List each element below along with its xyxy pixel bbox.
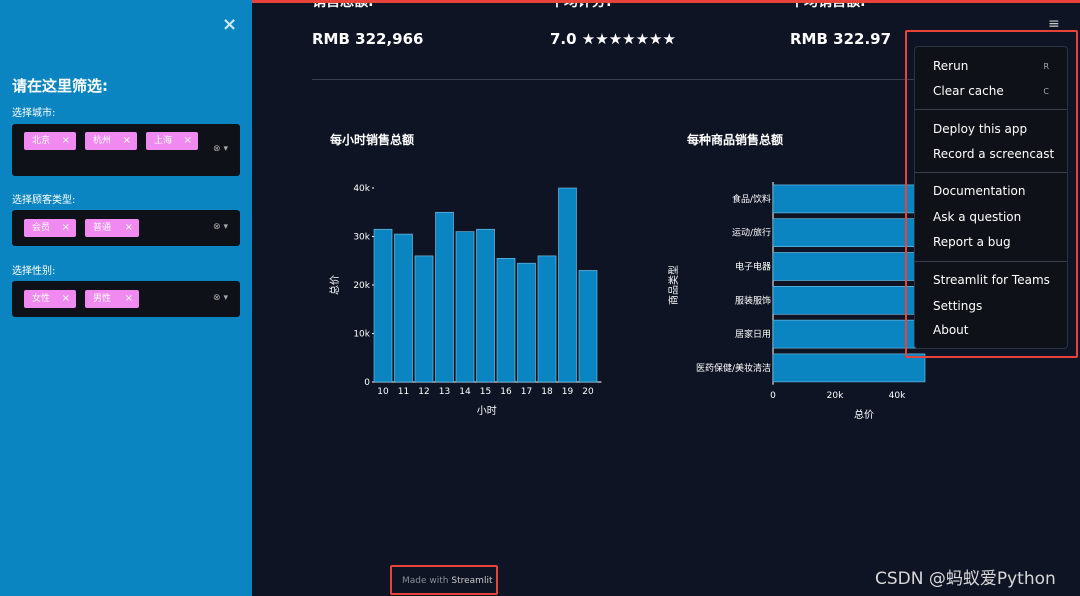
tag-shanghai[interactable]: 上海 × [146,132,198,150]
menu-highlight-box [905,30,1078,358]
city-filter-label: 选择城市: [12,108,56,119]
y-tick-label: 运动/旅行 [732,227,771,239]
x-tick-label: 18 [541,387,553,397]
tag-remove-icon[interactable]: × [125,290,133,308]
sidebar-title: 请在这里筛选: [12,77,108,95]
bar [394,233,413,383]
bar [772,286,926,315]
csdn-watermark: CSDN @蚂蚁爱Python [875,569,1056,589]
y-tick-label: 0 [364,378,370,388]
tag-remove-icon[interactable]: × [62,132,70,150]
x-tick-label: 15 [480,387,491,397]
tag-label: 杭州 [93,136,112,146]
app-root: × 请在这里筛选: 选择城市: 北京 × 杭州 × 上海 × ⊗ ▾ 选择顾客类型: … [0,0,1080,596]
bar [414,255,434,383]
metric-value: 7.0 ★★★★★★★ [550,30,676,48]
hourly-chart-title: 每小时销售总额 [330,133,415,147]
bar [558,187,577,383]
y-tick-label: 20k [353,281,370,291]
x-axis-label: 小时 [477,405,497,417]
y-axis-label: 商品类型 [667,265,680,305]
y-tick-label: 30k [353,233,370,243]
y-tick-label: 40k [353,184,370,194]
bar [517,262,536,383]
x-tick-label: 12 [418,387,429,397]
clear-icon[interactable]: ⊗ [213,293,221,303]
tag-label: 女性 [32,294,51,304]
tag-label: 上海 [154,136,173,146]
clear-icon[interactable]: ⊗ [213,144,221,154]
tag-label: 男性 [93,294,112,304]
bar [373,228,393,383]
tag-remove-icon[interactable]: × [62,219,70,237]
tag-label: 会员 [32,223,51,233]
footer-highlight-box [390,565,498,595]
x-tick-label: 20k [827,391,844,401]
y-tick-label: 医药保健/美妆清洁 [696,362,771,374]
tag-remove-icon[interactable]: × [123,132,131,150]
y-tick-label: 居家日用 [735,328,771,340]
multiselect-controls[interactable]: ⊗ ▾ [213,144,228,154]
sidebar-close-icon[interactable]: × [222,14,237,35]
product-chart-title: 每种商品销售总额 [687,133,784,147]
gender-filter-label: 选择性别: [12,266,56,277]
city-multiselect[interactable]: 北京 × 杭州 × 上海 × ⊗ ▾ [12,124,240,176]
y-tick-label: 食品/饮料 [732,193,771,205]
bar [772,353,926,383]
customer-type-filter-label: 选择顾客类型: [12,195,76,206]
tag-female[interactable]: 女性 × [24,290,76,308]
bar [772,252,926,281]
y-tick-label: 服装服饰 [735,294,771,306]
bar [772,218,926,248]
multiselect-controls[interactable]: ⊗ ▾ [213,222,228,232]
x-tick-label: 11 [398,387,409,397]
tag-hangzhou[interactable]: 杭州 × [85,132,137,150]
multiselect-controls[interactable]: ⊗ ▾ [213,293,228,303]
tag-member[interactable]: 会员 × [24,219,76,237]
metric-avg-sales: RMB 322.97 [790,30,892,48]
x-tick-label: 17 [521,387,532,397]
top-accent-line [252,0,1080,3]
clear-icon[interactable]: ⊗ [213,222,221,232]
metric-total-sales: RMB 322,966 [312,30,424,48]
x-axis-label: 总价 [854,408,874,420]
chevron-down-icon[interactable]: ▾ [223,144,228,154]
x-tick-label: 16 [500,387,512,397]
bar [537,255,557,383]
bar [435,211,454,383]
y-tick-label: 10k [353,330,370,340]
x-tick-label: 40k [889,391,906,401]
tag-remove-icon[interactable]: × [125,219,133,237]
x-tick-label: 0 [770,391,776,401]
customer-type-multiselect[interactable]: 会员 × 普通 × ⊗ ▾ [12,210,240,246]
product-sales-chart: 食品/饮料运动/旅行电子电器服装服饰居家日用医药保健/美妆清洁 0 20k 40k 总价… [667,182,926,420]
tag-remove-icon[interactable]: × [62,290,70,308]
bar [476,228,495,383]
x-tick-label: 10 [377,387,389,397]
bar [772,184,926,214]
chevron-down-icon[interactable]: ▾ [223,222,228,232]
bar [772,319,926,349]
bar [455,231,475,383]
tag-label: 普通 [93,223,112,233]
tag-beijing[interactable]: 北京 × [24,132,76,150]
hourly-sales-chart: 0 10k 20k 30k 40k 10 11 12 13 14 15 16 17 18 19 20 小时 总价 [328,184,602,417]
tag-remove-icon[interactable]: × [184,132,192,150]
metric-avg-rating: 7.0 ★★★★★★★ [550,30,676,48]
x-tick-label: 20 [582,387,594,397]
bar [496,258,516,383]
y-axis-label: 总价 [328,275,341,295]
x-tick-label: 19 [562,387,574,397]
tag-normal[interactable]: 普通 × [85,219,139,237]
y-tick-label: 电子电器 [735,261,771,273]
gender-multiselect[interactable]: 女性 × 男性 × ⊗ ▾ [12,281,240,317]
tag-label: 北京 [32,136,51,146]
bar [578,270,598,383]
tag-male[interactable]: 男性 × [85,290,139,308]
x-tick-label: 13 [439,387,450,397]
x-tick-label: 14 [459,387,471,397]
sidebar: × 请在这里筛选: 选择城市: 北京 × 杭州 × 上海 × ⊗ ▾ 选择顾客类型: … [0,0,252,596]
chevron-down-icon[interactable]: ▾ [223,293,228,303]
